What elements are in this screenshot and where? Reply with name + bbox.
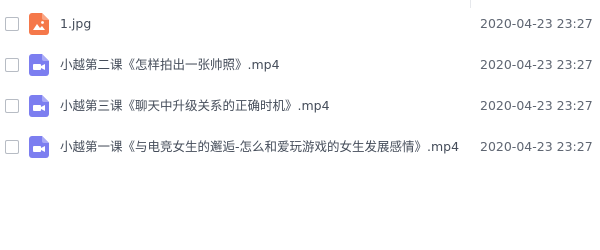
file-name[interactable]: 小越第二课《怎样拍出一张帅照》.mp4	[60, 57, 280, 73]
video-file-icon	[29, 53, 49, 76]
row-checkbox[interactable]	[5, 16, 19, 31]
file-name[interactable]: 小越第一课《与电竞女生的邂逅-怎么和爱玩游戏的女生发展感情》.mp4	[60, 139, 459, 155]
file-modified-date: 2020-04-23 23:27	[480, 56, 593, 72]
file-modified-date: 2020-04-23 23:27	[480, 15, 593, 31]
video-file-icon	[29, 135, 49, 158]
row-checkbox[interactable]	[5, 57, 19, 72]
file-row[interactable]: 小越第二课《怎样拍出一张帅照》.mp4 2020-04-23 23:27	[0, 44, 600, 85]
file-name[interactable]: 1.jpg	[60, 16, 91, 32]
file-row[interactable]: 小越第一课《与电竞女生的邂逅-怎么和爱玩游戏的女生发展感情》.mp4 2020-…	[0, 126, 600, 167]
file-name[interactable]: 小越第三课《聊天中升级关系的正确时机》.mp4	[60, 98, 330, 114]
row-checkbox[interactable]	[5, 98, 19, 113]
file-modified-date: 2020-04-23 23:27	[480, 97, 593, 113]
video-file-icon	[29, 94, 49, 117]
image-file-icon	[29, 12, 49, 35]
file-list: 1.jpg 2020-04-23 23:27 小越第二课《怎样拍出一张帅照》.m…	[0, 3, 600, 167]
row-checkbox[interactable]	[5, 139, 19, 154]
file-modified-date: 2020-04-23 23:27	[480, 138, 593, 154]
file-row[interactable]: 1.jpg 2020-04-23 23:27	[0, 3, 600, 44]
file-row[interactable]: 小越第三课《聊天中升级关系的正确时机》.mp4 2020-04-23 23:27	[0, 85, 600, 126]
